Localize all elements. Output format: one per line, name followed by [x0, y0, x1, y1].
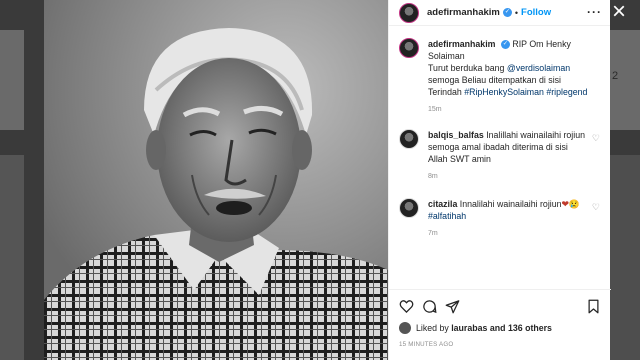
comment-time: 8m — [428, 173, 438, 180]
liked-by-user[interactable]: laurabas — [451, 323, 487, 333]
background-post-left-lower — [0, 155, 24, 360]
comment-username[interactable]: balqis_balfas — [428, 130, 484, 140]
comment-emoji: ❤😢 — [561, 199, 580, 209]
comment: citazila Innalilahi wainailaihi rojiun❤😢… — [399, 198, 600, 240]
comment-body: citazila Innalilahi wainailaihi rojiun❤😢… — [428, 198, 588, 240]
caption-mention[interactable]: @verdisolaiman — [507, 63, 570, 73]
post-photo — [44, 0, 388, 360]
post-actions: Liked by laurabas and 136 others 15 MINU… — [389, 289, 611, 348]
caption-hashtag[interactable]: #riplegend — [546, 87, 587, 97]
caption-username[interactable]: adefirmanhakim — [428, 39, 495, 49]
verified-badge-icon: ✓ — [500, 40, 510, 50]
likes-prefix: Liked by — [416, 323, 449, 333]
separator-dot: • — [514, 7, 519, 18]
background-post-right-lower — [610, 155, 640, 360]
commenter-avatar[interactable] — [399, 129, 419, 149]
verified-badge-icon: ✓ — [502, 8, 512, 17]
author-username[interactable]: adefirmanhakim — [427, 7, 500, 18]
author-avatar[interactable] — [399, 2, 419, 23]
comments-list: adefirmanhakim ✓ RIP Om Henky Solaiman T… — [389, 26, 610, 240]
more-horizontal-icon[interactable]: ··· — [587, 5, 602, 19]
caption-hashtag[interactable]: #RipHenkySolaiman — [464, 87, 544, 97]
caption-time: 15m — [428, 106, 442, 113]
likes-summary: Liked by laurabas and 136 others — [399, 322, 601, 334]
comment-icon[interactable] — [422, 299, 437, 314]
post-timestamp: 15 MINUTES AGO — [399, 341, 454, 348]
caption-avatar[interactable] — [399, 38, 419, 58]
post-modal: adefirmanhakim ✓ • Follow ··· adefirmanh… — [44, 0, 611, 360]
comment: balqis_balfas Inalillahi wainailaihi roj… — [399, 129, 600, 183]
follow-button[interactable]: Follow — [521, 7, 551, 18]
heart-icon[interactable]: ♡ — [592, 133, 600, 144]
post-side-panel: adefirmanhakim ✓ • Follow ··· adefirmanh… — [388, 0, 611, 360]
bookmark-icon[interactable] — [586, 299, 601, 314]
comment-body: balqis_balfas Inalillahi wainailaihi roj… — [428, 129, 588, 183]
background-text: 2 — [612, 70, 619, 82]
comment-time: 7m — [428, 230, 438, 237]
share-icon[interactable] — [445, 299, 460, 314]
likes-count-link[interactable]: and 136 others — [490, 323, 552, 333]
caption-body: adefirmanhakim ✓ RIP Om Henky Solaiman T… — [428, 38, 588, 116]
caption: adefirmanhakim ✓ RIP Om Henky Solaiman T… — [399, 38, 600, 116]
caption-line2: Turut berduka bang — [428, 63, 505, 73]
liker-avatar[interactable] — [399, 322, 411, 334]
commenter-avatar[interactable] — [399, 198, 419, 218]
close-icon[interactable]: × — [612, 0, 626, 24]
heart-icon[interactable]: ♡ — [592, 202, 600, 213]
comment-hashtag[interactable]: #alfatihah — [428, 211, 466, 221]
action-icons — [399, 296, 601, 316]
post-header: adefirmanhakim ✓ • Follow ··· — [389, 0, 610, 26]
comment-text: Innalilahi wainailaihi rojiun — [459, 199, 562, 209]
like-heart-icon[interactable] — [399, 299, 414, 314]
portrait-image — [44, 0, 388, 360]
comment-username[interactable]: citazila — [428, 199, 457, 209]
background-post-left — [0, 30, 24, 130]
